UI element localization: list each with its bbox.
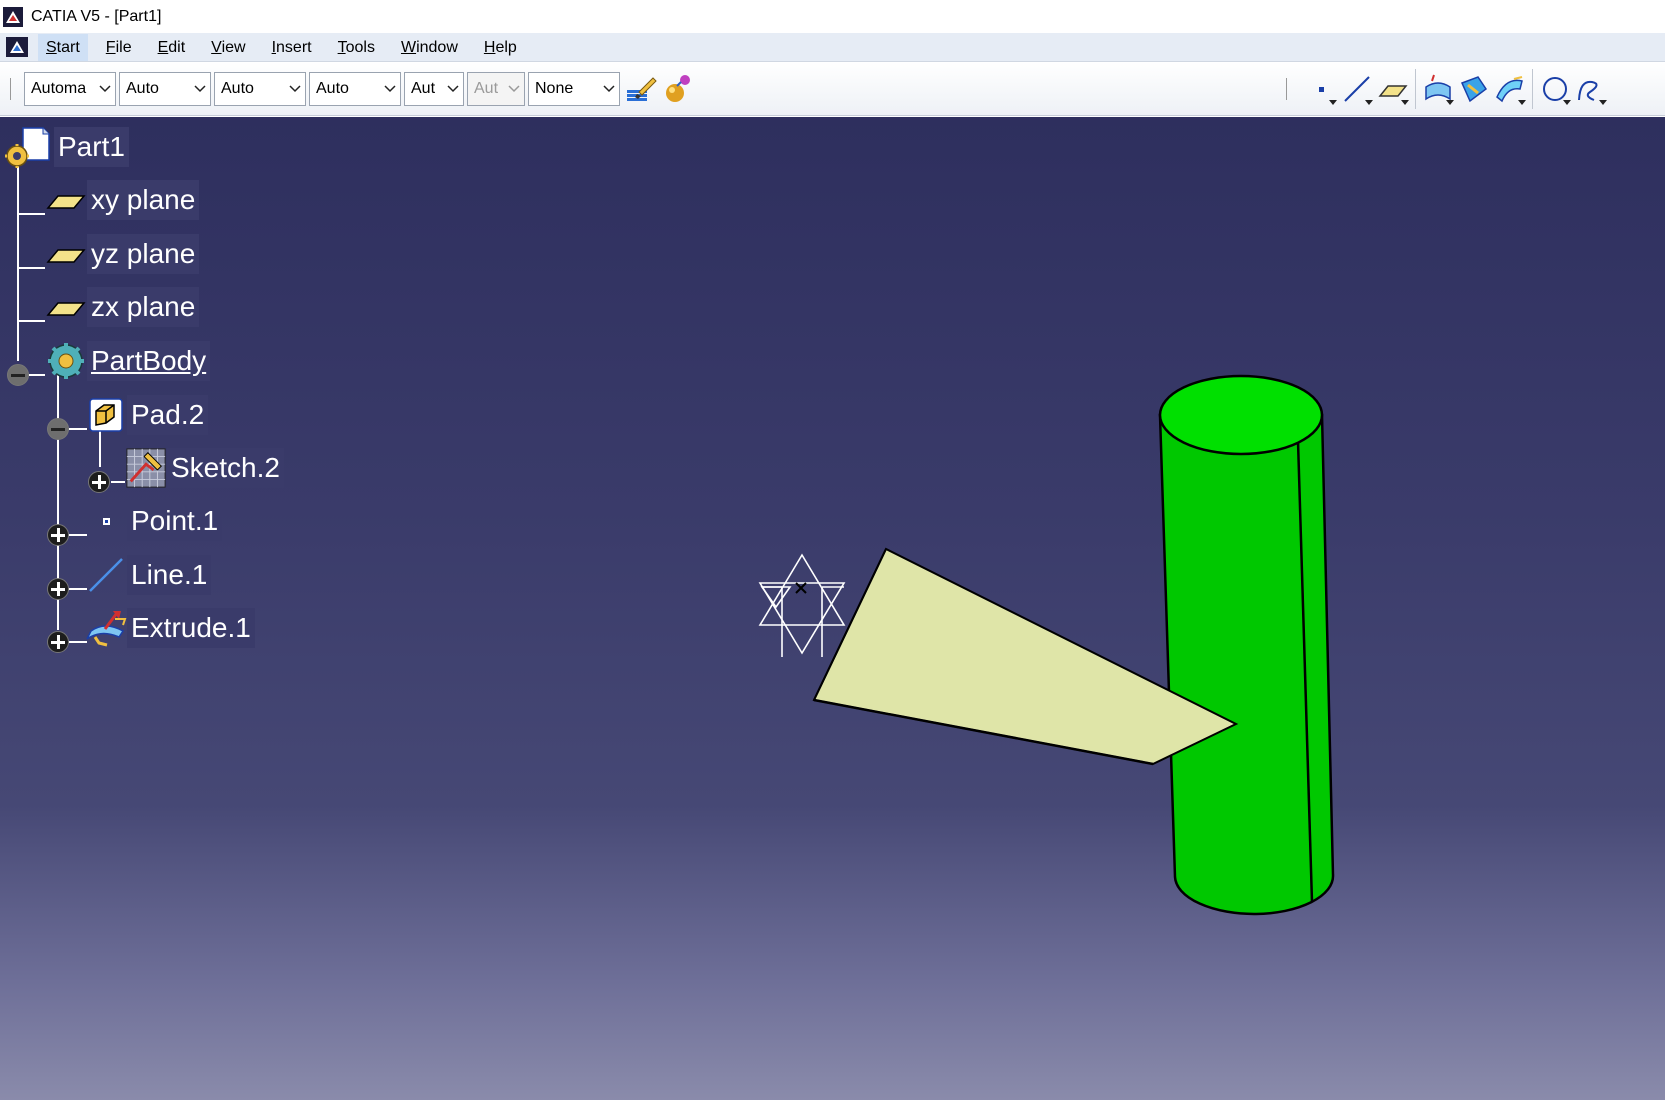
expand-point-toggle[interactable] xyxy=(47,524,69,546)
tree-label-extrude1: Extrude.1 xyxy=(127,608,255,648)
tree-node-xy-plane[interactable]: xy plane xyxy=(45,180,200,220)
tree-node-sketch2[interactable]: Sketch.2 xyxy=(125,448,284,488)
tree-node-yz-plane[interactable]: yz plane xyxy=(45,234,200,274)
tree-node-extrude1[interactable]: Extrude.1 xyxy=(85,608,255,648)
expand-extrude-toggle[interactable] xyxy=(47,631,69,653)
point-manipulator[interactable] xyxy=(758,553,846,657)
expand-line-toggle[interactable] xyxy=(47,578,69,600)
toolbar-grip[interactable] xyxy=(10,77,13,100)
pad-icon xyxy=(85,395,127,435)
transparency-combo[interactable]: Auto xyxy=(119,71,211,106)
chevron-down-icon xyxy=(98,72,112,105)
line-thickness-combo[interactable]: Auto xyxy=(214,71,306,106)
graphic-properties-button[interactable] xyxy=(659,69,695,109)
point-icon xyxy=(85,501,127,541)
plane-button[interactable] xyxy=(1375,69,1411,109)
menu-help[interactable]: Help xyxy=(476,34,525,61)
menu-bar: Start File Edit View Insert Tools Window… xyxy=(0,33,1665,62)
plane-icon xyxy=(45,287,87,327)
graphic-properties-toolbar: Automa Auto Auto Auto Aut Aut None xyxy=(0,62,1665,116)
tree-node-partbody[interactable]: PartBody xyxy=(45,341,211,381)
cylinder-side[interactable] xyxy=(1158,413,1335,916)
menu-tools[interactable]: Tools xyxy=(330,34,383,61)
tree-label-point1: Point.1 xyxy=(127,501,223,541)
tree-label-pad2: Pad.2 xyxy=(127,395,209,435)
menu-edit[interactable]: Edit xyxy=(150,34,194,61)
extrude-icon xyxy=(85,608,127,648)
menu-view[interactable]: View xyxy=(203,34,253,61)
point-type-combo[interactable]: Aut xyxy=(404,71,464,106)
point-button[interactable] xyxy=(1303,69,1339,109)
window-title: CATIA V5 - [Part1] xyxy=(31,7,162,25)
tree-node-zx-plane[interactable]: zx plane xyxy=(45,287,200,327)
fill-surface-icon xyxy=(1460,75,1488,102)
tree-node-pad2[interactable]: Pad.2 xyxy=(85,395,209,435)
partbody-icon xyxy=(45,341,87,381)
cylinder-top-face[interactable] xyxy=(1158,374,1324,456)
menu-insert[interactable]: Insert xyxy=(264,34,320,61)
tree-node-part1[interactable]: Part1 xyxy=(2,127,129,168)
tree-label-partbody: PartBody xyxy=(87,341,211,381)
line-type-combo[interactable]: Auto xyxy=(309,71,401,106)
chevron-down-icon xyxy=(446,72,460,105)
menu-start[interactable]: Start xyxy=(38,33,88,61)
tree-label-xy-plane: xy plane xyxy=(87,180,200,220)
sweep-surface-button[interactable] xyxy=(1492,69,1528,109)
part-icon xyxy=(2,127,54,168)
catia-logo-icon xyxy=(3,6,23,27)
tree-label-sketch2: Sketch.2 xyxy=(167,448,284,488)
expand-sketch-toggle[interactable] xyxy=(88,471,110,493)
collapse-partbody-toggle[interactable] xyxy=(7,364,29,386)
plane-icon xyxy=(45,180,87,220)
tree-node-point1[interactable]: Point.1 xyxy=(85,501,223,541)
menu-file[interactable]: File xyxy=(98,34,140,61)
tree-label-yz-plane: yz plane xyxy=(87,234,200,274)
circle-button[interactable] xyxy=(1537,69,1573,109)
line-button[interactable] xyxy=(1339,69,1375,109)
layer-aux-combo: Aut xyxy=(467,71,525,106)
layer-combo[interactable]: None xyxy=(528,71,620,106)
title-bar: CATIA V5 - [Part1] xyxy=(0,0,1665,33)
paintbrush-icon xyxy=(627,76,657,101)
toolbar-grip[interactable] xyxy=(1286,77,1289,100)
point-icon xyxy=(795,582,807,594)
chevron-down-icon xyxy=(507,72,521,105)
paintbrush-button[interactable] xyxy=(623,69,659,109)
tree-label-zx-plane: zx plane xyxy=(87,287,200,327)
chevron-down-icon xyxy=(288,72,302,105)
chevron-down-icon xyxy=(602,72,616,105)
plane-icon xyxy=(45,234,87,274)
catia-start-icon[interactable] xyxy=(6,37,28,57)
sketch-icon xyxy=(125,448,167,488)
graphic-properties-icon xyxy=(666,74,690,102)
point-icon xyxy=(1319,86,1324,92)
tree-label-part1: Part1 xyxy=(54,127,129,167)
collapse-pad-toggle[interactable] xyxy=(47,418,69,440)
tree-node-line1[interactable]: Line.1 xyxy=(85,555,212,595)
3d-viewport[interactable]: Part1 xy plane yz plane zx plane PartBod… xyxy=(0,117,1665,1100)
line-icon xyxy=(85,555,127,595)
spline-button[interactable] xyxy=(1573,69,1609,109)
color-combo[interactable]: Automa xyxy=(24,71,116,106)
chevron-down-icon xyxy=(383,72,397,105)
tree-label-line1: Line.1 xyxy=(127,555,212,595)
chevron-down-icon xyxy=(193,72,207,105)
fill-surface-button[interactable] xyxy=(1456,69,1492,109)
extrude-surface-button[interactable] xyxy=(1420,69,1456,109)
menu-window[interactable]: Window xyxy=(393,34,466,61)
